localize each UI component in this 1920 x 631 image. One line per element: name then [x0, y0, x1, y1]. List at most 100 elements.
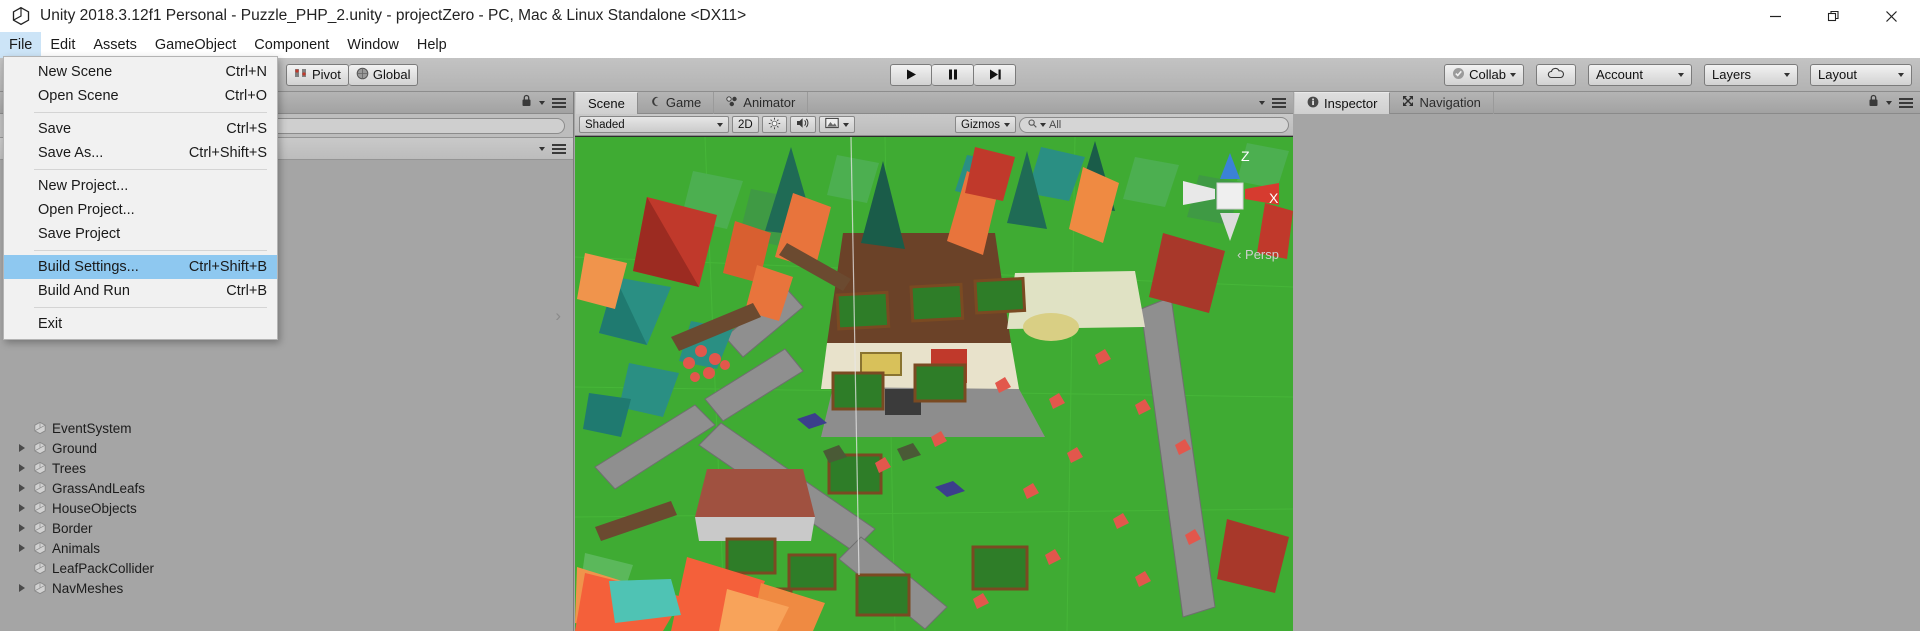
- gizmos-dropdown[interactable]: Gizmos: [955, 116, 1016, 133]
- gameobject-cube-icon: [33, 441, 47, 455]
- window-title: Unity 2018.3.12f1 Personal - Puzzle_PHP_…: [40, 7, 747, 24]
- game-tab-label: Game: [665, 95, 702, 110]
- expand-arrow-icon[interactable]: [18, 523, 28, 533]
- hierarchy-item-label: LeafPackCollider: [52, 560, 155, 576]
- cloud-button[interactable]: [1536, 63, 1576, 86]
- hierarchy-item-houseobjects[interactable]: HouseObjects: [0, 498, 573, 518]
- lock-icon[interactable]: [521, 94, 532, 112]
- menu-item-save-as[interactable]: Save As... Ctrl+Shift+S: [4, 141, 277, 165]
- chevron-down-icon: [1886, 100, 1892, 105]
- expand-arrow-icon[interactable]: [18, 583, 28, 593]
- menu-item-shortcut: Ctrl+N: [225, 64, 268, 80]
- game-icon: [650, 95, 661, 110]
- panel-menu-icon[interactable]: [1272, 97, 1286, 108]
- panel-menu-icon[interactable]: [552, 143, 566, 154]
- menu-item-shortcut: Ctrl+S: [226, 121, 267, 137]
- menu-item-new-scene[interactable]: New Scene Ctrl+N: [4, 60, 277, 84]
- menu-separator: [34, 169, 267, 170]
- global-label: Global: [372, 67, 411, 82]
- menu-gameobject[interactable]: GameObject: [146, 32, 245, 58]
- hierarchy-item-grassandleafs[interactable]: GrassAndLeafs: [0, 478, 573, 498]
- menu-assets[interactable]: Assets: [84, 32, 146, 58]
- toolbar-right-group: Collab Account Layers Layout: [1444, 63, 1912, 86]
- panel-menu-icon[interactable]: [1899, 97, 1913, 108]
- layers-label: Layers: [1712, 67, 1752, 82]
- unity-editor-window: Unity 2018.3.12f1 Personal - Puzzle_PHP_…: [0, 0, 1920, 631]
- tab-scene[interactable]: Scene: [575, 91, 638, 114]
- menu-item-build-settings[interactable]: Build Settings... Ctrl+Shift+B: [4, 255, 277, 279]
- layers-button[interactable]: Layers: [1704, 63, 1798, 86]
- shading-mode-label: Shaded: [585, 118, 625, 131]
- menu-item-exit[interactable]: Exit: [4, 312, 277, 336]
- menu-item-build-and-run[interactable]: Build And Run Ctrl+B: [4, 279, 277, 303]
- tab-navigation[interactable]: Navigation: [1390, 91, 1494, 114]
- pivot-button[interactable]: Pivot: [286, 63, 349, 86]
- hierarchy-item-eventsystem[interactable]: EventSystem: [0, 418, 573, 438]
- expand-arrow-icon[interactable]: [18, 463, 28, 473]
- image-icon: [825, 117, 839, 132]
- hierarchy-item-label: EventSystem: [52, 420, 132, 436]
- expand-arrow-icon[interactable]: [18, 423, 28, 433]
- panel-collapse-chevron-icon[interactable]: ›: [555, 306, 561, 326]
- menu-item-open-project[interactable]: Open Project...: [4, 198, 277, 222]
- hierarchy-item-animals[interactable]: Animals: [0, 538, 573, 558]
- menu-item-save[interactable]: Save Ctrl+S: [4, 117, 277, 141]
- scene-search-value: All: [1049, 118, 1062, 131]
- scene-projection-label[interactable]: ‹ Persp: [1237, 247, 1279, 262]
- scene-search-input[interactable]: All: [1019, 116, 1289, 133]
- maximize-button[interactable]: [1804, 0, 1862, 32]
- tab-inspector[interactable]: Inspector: [1294, 91, 1391, 114]
- minimize-button[interactable]: [1746, 0, 1804, 32]
- hierarchy-item-border[interactable]: Border: [0, 518, 573, 538]
- toggle-2d-button[interactable]: 2D: [732, 116, 759, 133]
- menu-item-label: Save As...: [38, 145, 104, 161]
- navigation-icon: [1402, 95, 1414, 110]
- expand-arrow-icon[interactable]: [18, 563, 28, 573]
- menu-item-shortcut: Ctrl+Shift+B: [188, 259, 267, 275]
- layout-button[interactable]: Layout: [1810, 63, 1912, 86]
- close-button[interactable]: [1862, 0, 1920, 32]
- gameobject-cube-icon: [33, 421, 47, 435]
- audio-toggle-button[interactable]: [789, 116, 816, 133]
- chevron-down-icon: [1004, 122, 1010, 127]
- menu-edit[interactable]: Edit: [41, 32, 84, 58]
- expand-arrow-icon[interactable]: [18, 443, 28, 453]
- layout-label: Layout: [1818, 67, 1858, 82]
- scene-viewport[interactable]: Z X ‹ Persp: [575, 137, 1293, 631]
- menu-component[interactable]: Component: [245, 32, 338, 58]
- chevron-down-icon: [539, 100, 545, 105]
- hierarchy-item-navmeshes[interactable]: NavMeshes: [0, 578, 573, 598]
- hierarchy-item-leafpackcollider[interactable]: LeafPackCollider: [0, 558, 573, 578]
- menu-item-new-project[interactable]: New Project...: [4, 174, 277, 198]
- expand-arrow-icon[interactable]: [18, 483, 28, 493]
- gameobject-cube-icon: [33, 501, 47, 515]
- animator-icon: [726, 95, 738, 110]
- collab-button[interactable]: Collab: [1444, 63, 1524, 86]
- pause-button[interactable]: [932, 63, 974, 86]
- account-button[interactable]: Account: [1588, 63, 1692, 86]
- menu-window[interactable]: Window: [338, 32, 408, 58]
- menu-separator: [34, 307, 267, 308]
- menu-help[interactable]: Help: [408, 32, 456, 58]
- tab-animator[interactable]: Animator: [714, 91, 809, 114]
- shading-mode-dropdown[interactable]: Shaded: [579, 116, 729, 133]
- chevron-down-icon: [717, 122, 723, 127]
- search-icon: [1028, 118, 1037, 131]
- expand-arrow-icon[interactable]: [18, 543, 28, 553]
- menu-item-save-project[interactable]: Save Project: [4, 222, 277, 246]
- scene-orientation-gizmo[interactable]: Z X: [1183, 145, 1283, 255]
- lighting-toggle-button[interactable]: [761, 116, 787, 133]
- global-button[interactable]: Global: [348, 63, 419, 86]
- tab-game[interactable]: Game: [638, 91, 715, 114]
- menu-file[interactable]: File: [0, 32, 42, 58]
- hierarchy-item-trees[interactable]: Trees: [0, 458, 573, 478]
- chevron-down-icon: [539, 146, 545, 151]
- play-button[interactable]: [890, 63, 932, 86]
- lock-icon[interactable]: [1868, 94, 1879, 112]
- hierarchy-item-ground[interactable]: Ground: [0, 438, 573, 458]
- panel-menu-icon[interactable]: [552, 97, 566, 108]
- step-button[interactable]: [974, 63, 1016, 86]
- effects-toggle-button[interactable]: [818, 116, 855, 133]
- menu-item-open-scene[interactable]: Open Scene Ctrl+O: [4, 84, 277, 108]
- expand-arrow-icon[interactable]: [18, 503, 28, 513]
